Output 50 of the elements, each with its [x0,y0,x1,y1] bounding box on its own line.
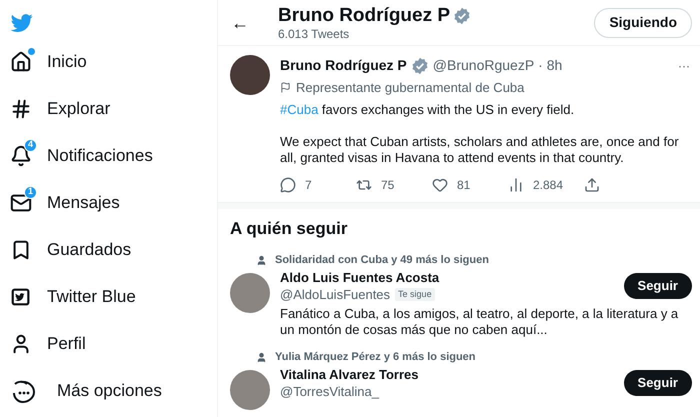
like-icon[interactable] [432,176,448,192]
home-icon [10,50,32,72]
account-handle: @AldoLuisFuentes [280,286,390,303]
action-count: 81 [457,176,470,194]
author-name: Bruno Rodríguez P [280,56,407,75]
follows-you-tag: Te sigue [395,288,435,302]
bird-square-icon [10,286,32,308]
share-icon[interactable] [584,176,600,192]
tweet-text: #Cuba favors exchanges with the US in every field. [280,100,576,118]
flag-icon [280,82,291,94]
action-count: 2.884 [533,176,564,194]
nav-item[interactable]: Perfil [10,320,217,367]
action-count: 75 [381,176,394,194]
avatar-placeholder [230,55,270,95]
more-button[interactable]: ··· [678,56,690,74]
nav-item[interactable]: Explorar [10,85,217,132]
avatar-placeholder [230,273,270,313]
account-bio: Fanático a Cuba, a los amigos, al teatro, al deporte, a la literatura y a un montón de cosas más que no caben aquí... [280,306,680,338]
person-icon [256,254,267,266]
bird-logo-icon[interactable] [10,12,34,34]
account-name: Aldo Luis Fuentes Acosta [280,269,440,286]
count-badge: 1 [24,186,37,198]
views-icon[interactable] [508,176,524,192]
social-context: Yulia Márquez Pérez y 6 más lo siguen [275,350,476,365]
tweet-count: 6.013 Tweets [278,26,350,40]
nav-item[interactable]: 4 Notificaciones [10,132,217,179]
action-count: 7 [305,176,312,194]
profile-title: Bruno Rodríguez P [278,4,450,26]
nav-item[interactable]: 1 Mensajes [10,179,217,226]
following-button[interactable]: Siguiendo [594,8,692,38]
back-button[interactable]: ← [230,14,250,32]
follow-button[interactable]: Seguir [624,273,692,299]
hashtag-icon [10,98,32,120]
nav-item[interactable]: Más opciones [10,367,217,414]
author-handle: @BrunoRguezP [432,56,534,75]
nav-item[interactable]: Inicio [10,38,217,85]
tweet-time: · 8h [538,56,562,75]
social-context: Solidaridad con Cuba y 49 más lo siguen [275,253,489,268]
avatar-placeholder [230,370,270,410]
count-badge: 4 [24,138,37,152]
account-handle: @TorresVitalina_ [280,383,379,400]
section-title: A quién seguir [229,218,348,240]
nav-item[interactable]: Guardados [10,226,217,273]
nav-item[interactable]: Twitter Blue [10,273,217,320]
follow-button[interactable]: Seguir [624,370,692,396]
account-name: Vitalina Alvarez Torres [280,366,418,383]
reply-icon[interactable] [280,176,296,192]
tweet-text: We expect that Cuban artists, scholars and athletes are, once and for all, granted visas in Havana to attend events in that country. [280,134,680,166]
account-label: Representante gubernamental de Cuba [296,79,524,97]
person-icon [256,352,267,362]
